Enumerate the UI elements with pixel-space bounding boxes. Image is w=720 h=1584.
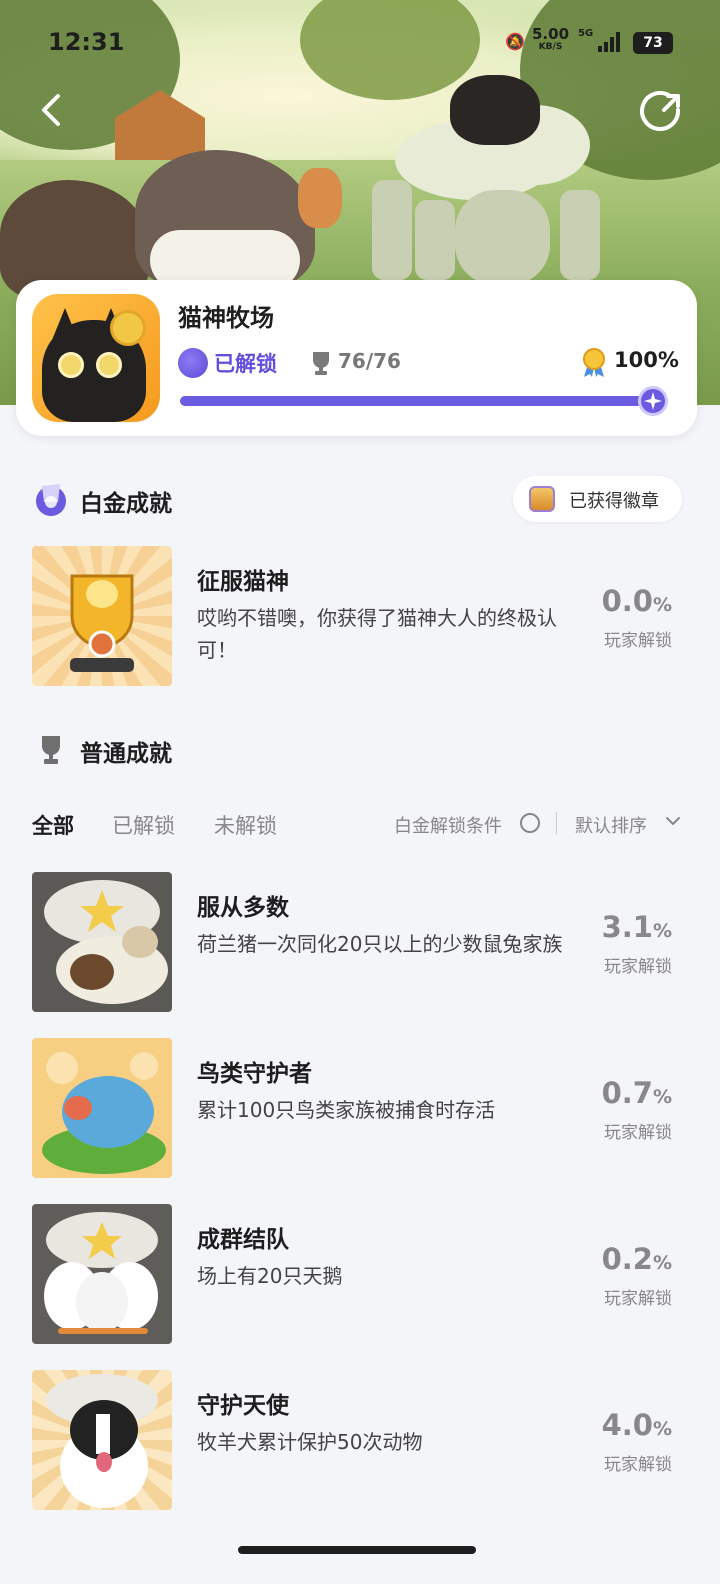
rate-unit: % (652, 920, 672, 942)
game-summary-card: 猫神牧场 已解锁 76/76 100% (16, 280, 697, 436)
achievement-description: 荷兰猪一次同化20只以上的少数鼠兔家族 (197, 932, 563, 956)
progress-fill (180, 396, 668, 406)
achievement-description: 牧羊犬累计保护50次动物 (197, 1430, 423, 1454)
completion-percent: 100% (614, 348, 679, 372)
achievement-name: 服从多数 (197, 895, 289, 921)
achievement-thumbnail (32, 1204, 172, 1344)
unlock-status: 已解锁 (214, 352, 277, 376)
chevron-left-icon (42, 94, 60, 126)
achievement-filter-bar: 全部 已解锁 未解锁 白金解锁条件 默认排序 (32, 806, 682, 842)
rate-label: 玩家解锁 (604, 1455, 672, 1475)
achievement-unlock-rate: 0.0% (602, 584, 672, 618)
achievement-name: 征服猫神 (197, 569, 289, 595)
achievement-unlock-rate: 3.1% (602, 910, 672, 944)
earned-badge-button[interactable]: 已获得徽章 (513, 476, 682, 522)
platinum-achievement-item[interactable]: 征服猫神 哎哟不错噢，你获得了猫神大人的终极认可！ 0.0% 玩家解锁 (32, 546, 682, 686)
signal-icon (598, 32, 622, 52)
mute-icon: 🔕 (505, 32, 525, 51)
rate-value: 3.1 (601, 910, 653, 944)
achievement-thumbnail (32, 872, 172, 1012)
share-button[interactable] (640, 90, 684, 134)
rate-label: 玩家解锁 (604, 631, 672, 651)
achievement-thumbnail (32, 1038, 172, 1178)
rate-value: 0.7 (601, 1076, 653, 1110)
home-indicator[interactable] (238, 1546, 476, 1554)
status-time: 12:31 (48, 28, 125, 56)
battery-indicator: 73 (633, 32, 673, 54)
achievement-name: 守护天使 (197, 1393, 289, 1419)
rate-value: 0.2 (601, 1242, 653, 1276)
achievement-item[interactable]: 守护天使 牧羊犬累计保护50次动物 4.0% 玩家解锁 (32, 1370, 682, 1510)
achievement-unlock-rate: 0.7% (602, 1076, 672, 1110)
filter-tab-all[interactable]: 全部 (32, 810, 74, 840)
platinum-condition-toggle[interactable] (520, 813, 540, 833)
normal-title: 普通成就 (80, 741, 172, 767)
achievement-description: 场上有20只天鹅 (197, 1264, 343, 1288)
back-button[interactable] (32, 90, 72, 130)
achievement-thumbnail (32, 1370, 172, 1510)
filter-tab-unlocked[interactable]: 已解锁 (112, 810, 175, 840)
network-speed: 5.00 KB/S (532, 27, 569, 54)
rate-label: 玩家解锁 (604, 1123, 672, 1143)
achievement-item[interactable]: 成群结队 场上有20只天鹅 0.2% 玩家解锁 (32, 1204, 682, 1344)
achievement-name: 鸟类守护者 (197, 1061, 312, 1087)
completion-progress-bar (180, 396, 668, 406)
trophy-icon (42, 736, 60, 764)
filter-tab-locked[interactable]: 未解锁 (214, 810, 277, 840)
achievement-name: 成群结队 (197, 1227, 289, 1253)
badge-icon (529, 486, 555, 512)
rate-value: 0.0 (601, 584, 653, 618)
achievement-item[interactable]: 服从多数 荷兰猪一次同化20只以上的少数鼠兔家族 3.1% 玩家解锁 (32, 872, 682, 1012)
rate-unit: % (652, 1252, 672, 1274)
platinum-title: 白金成就 (80, 491, 172, 517)
achievement-description: 哎哟不错噢，你获得了猫神大人的终极认可！ (197, 606, 557, 662)
achievement-description: 累计100只鸟类家族被捕食时存活 (197, 1098, 496, 1122)
progress-star-icon (638, 386, 668, 416)
rate-label: 玩家解锁 (604, 1289, 672, 1309)
achievement-thumbnail (32, 546, 172, 686)
game-icon (32, 294, 160, 422)
trophy-icon (313, 352, 329, 375)
rate-unit: % (652, 594, 672, 616)
trophy-count: 76/76 (338, 349, 401, 373)
medal-icon (583, 348, 605, 377)
achievement-unlock-rate: 4.0% (602, 1408, 672, 1442)
achievement-unlock-rate: 0.2% (602, 1242, 672, 1276)
platinum-trophy-icon (36, 484, 66, 516)
rate-value: 4.0 (601, 1408, 653, 1442)
rate-unit: % (652, 1418, 672, 1440)
rate-label: 玩家解锁 (604, 957, 672, 977)
filter-divider (556, 812, 557, 834)
sort-dropdown[interactable]: 默认排序 (575, 812, 647, 838)
chevron-down-icon[interactable] (664, 812, 682, 830)
game-title: 猫神牧场 (178, 304, 274, 332)
share-icon (640, 90, 681, 131)
rate-unit: % (652, 1086, 672, 1108)
earned-badge-label: 已获得徽章 (569, 491, 659, 512)
status-bar: 12:31 🔕 5.00 KB/S 5G 73 (0, 0, 720, 80)
achievement-item[interactable]: 鸟类守护者 累计100只鸟类家族被捕食时存活 0.7% 玩家解锁 (32, 1038, 682, 1178)
network-type: 5G (578, 28, 594, 39)
unlocked-icon (178, 348, 208, 378)
platinum-condition-label[interactable]: 白金解锁条件 (394, 812, 502, 838)
